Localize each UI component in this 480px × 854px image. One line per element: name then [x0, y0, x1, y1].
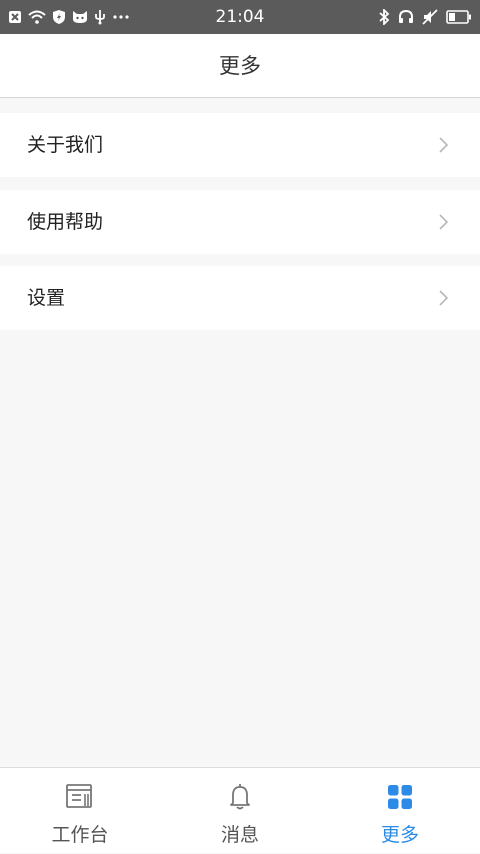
- headset-icon: [398, 9, 414, 25]
- tab-messages[interactable]: 消息: [160, 768, 320, 854]
- page-title: 更多: [219, 54, 261, 78]
- bottom-tab-bar: 工作台 消息 更多: [0, 767, 480, 853]
- battery-icon: [446, 10, 472, 24]
- status-right-icons: [378, 0, 472, 34]
- tab-label: 更多: [380, 824, 419, 846]
- tab-label: 工作台: [51, 824, 109, 846]
- menu-item-label: 使用帮助: [27, 211, 104, 233]
- bluetooth-icon: [378, 9, 390, 25]
- tab-workbench[interactable]: 工作台: [0, 768, 160, 854]
- status-bar: 21:04: [0, 0, 480, 34]
- workbench-icon: [0, 782, 160, 812]
- menu-item-settings[interactable]: 设置: [0, 266, 480, 330]
- grid-icon: [320, 782, 480, 812]
- chevron-right-icon: [438, 288, 450, 308]
- chevron-right-icon: [438, 135, 450, 155]
- bell-icon: [160, 782, 320, 812]
- menu-item-about-us[interactable]: 关于我们: [0, 113, 480, 177]
- mute-icon: [422, 9, 438, 25]
- tab-more[interactable]: 更多: [320, 768, 480, 854]
- menu-item-label: 设置: [27, 287, 66, 309]
- menu-item-help[interactable]: 使用帮助: [0, 190, 480, 254]
- tab-label: 消息: [220, 824, 259, 846]
- chevron-right-icon: [438, 212, 450, 232]
- menu-item-label: 关于我们: [27, 134, 104, 156]
- header-bar: 更多: [0, 34, 480, 98]
